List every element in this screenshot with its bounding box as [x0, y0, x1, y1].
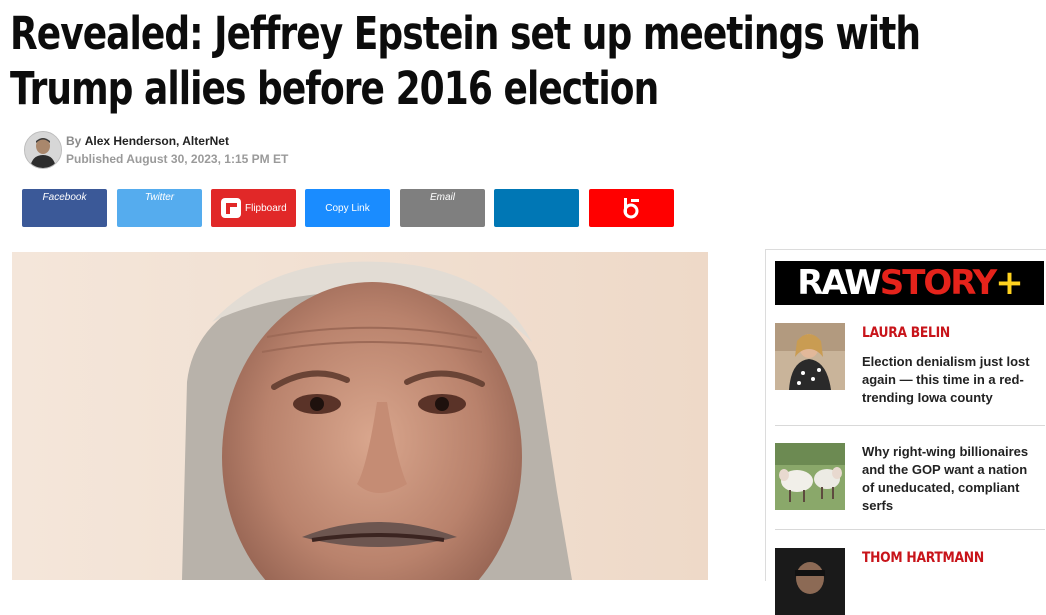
- story-thumbnail[interactable]: [775, 548, 845, 615]
- share-beehiiv-button[interactable]: [589, 189, 674, 227]
- publish-date: Published August 30, 2023, 1:15 PM ET: [66, 152, 289, 166]
- sidebar-story[interactable]: Why right-wing billionaires and the GOP …: [775, 443, 1045, 513]
- article-headline: Revealed: Jeffrey Epstein set up meeting…: [10, 7, 921, 115]
- share-email-label: Email: [429, 192, 455, 203]
- byline-text: By Alex Henderson, AlterNet Published Au…: [66, 134, 288, 166]
- share-linkedin-button[interactable]: [494, 189, 579, 227]
- story-thumbnail[interactable]: [775, 323, 845, 390]
- copy-link-label: Copy Link: [325, 203, 370, 214]
- divider: [775, 529, 1045, 530]
- copy-link-button[interactable]: Copy Link: [305, 189, 390, 227]
- sidebar-story[interactable]: THOM HARTMANN: [775, 548, 1045, 615]
- share-twitter-button[interactable]: Twitter: [117, 189, 202, 227]
- by-prefix: By: [66, 134, 82, 148]
- sidebar-story[interactable]: LAURA BELIN Election denialism just lost…: [775, 323, 1045, 405]
- share-facebook-label: Facebook: [42, 192, 87, 203]
- share-flipboard-button[interactable]: Flipboard: [211, 189, 296, 227]
- share-facebook-button[interactable]: Facebook: [22, 189, 107, 227]
- share-email-button[interactable]: Email: [400, 189, 485, 227]
- story-title[interactable]: Election denialism just lost again — thi…: [862, 353, 1042, 407]
- share-flipboard-label: Flipboard: [245, 203, 287, 214]
- author-avatar[interactable]: [24, 131, 62, 169]
- share-twitter-label: Twitter: [144, 192, 175, 203]
- story-thumbnail[interactable]: [775, 443, 845, 510]
- divider: [775, 425, 1045, 426]
- story-title[interactable]: Why right-wing billionaires and the GOP …: [862, 443, 1042, 515]
- story-author[interactable]: LAURA BELIN: [862, 325, 950, 341]
- sidebar-rawstory: RAWSTORY+ LAURA BELIN Election denialism…: [765, 249, 1046, 615]
- flipboard-icon: [221, 198, 241, 218]
- author-link[interactable]: Alex Henderson, AlterNet: [85, 134, 229, 148]
- beehiiv-icon: [623, 198, 639, 219]
- rawstory-plus-logo[interactable]: RAWSTORY+: [775, 261, 1044, 305]
- story-author[interactable]: THOM HARTMANN: [862, 550, 984, 566]
- hero-image[interactable]: [12, 252, 708, 580]
